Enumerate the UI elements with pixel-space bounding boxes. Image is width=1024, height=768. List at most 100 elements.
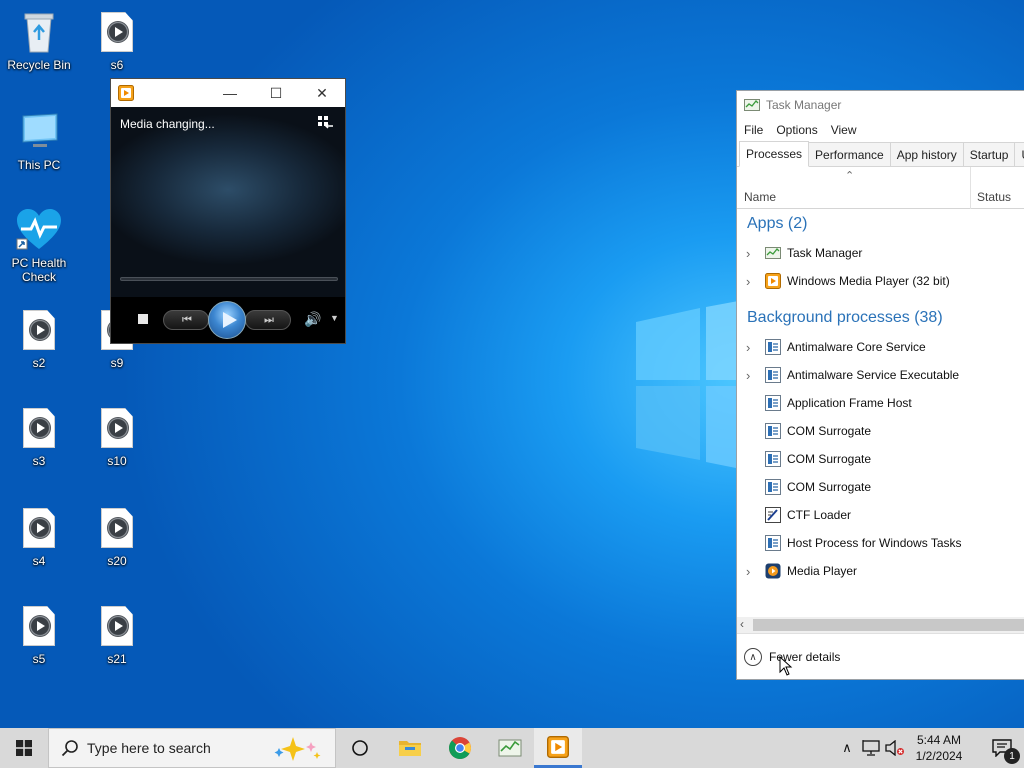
task-manager-window[interactable]: Task Manager File Options View Processes… <box>736 90 1024 680</box>
desktop-icon-s3[interactable]: s3 <box>2 404 76 468</box>
search-box[interactable]: Type here to search <box>48 728 336 768</box>
video-area[interactable]: Media changing... ⏮ ⏭ 🔊 ▼ <box>111 107 345 343</box>
desktop-icon-s2[interactable]: s2 <box>2 306 76 370</box>
copilot-sparkle-icon[interactable] <box>271 736 327 762</box>
expand-chevron-icon[interactable]: › <box>746 246 750 261</box>
menu-options[interactable]: Options <box>776 123 817 137</box>
chrome-button[interactable] <box>436 728 484 768</box>
desktop-icon-s21[interactable]: s21 <box>80 602 154 666</box>
expand-chevron-icon[interactable]: › <box>746 368 750 383</box>
menu-view[interactable]: View <box>831 123 857 137</box>
process-row[interactable]: Application Frame Host <box>737 389 1024 417</box>
volume-button[interactable] <box>884 728 906 768</box>
process-list: Apps (2) › Task Manager › Windows Media … <box>737 209 1024 605</box>
tab-processes[interactable]: Processes <box>739 141 810 167</box>
desktop-icon-s5[interactable]: s5 <box>2 602 76 666</box>
column-divider[interactable] <box>970 167 971 209</box>
menu-file[interactable]: File <box>744 123 763 137</box>
task-manager-taskbar-button[interactable] <box>486 728 534 768</box>
desktop-icon-pc-health-check[interactable]: PC Health Check <box>2 206 76 284</box>
expand-chevron-icon[interactable]: › <box>746 274 750 289</box>
minimize-icon: — <box>223 85 237 101</box>
media-player-titlebar[interactable]: — ☐ ✕ <box>111 79 345 107</box>
desktop-icon-label: s20 <box>107 554 127 568</box>
process-row[interactable]: › Antimalware Service Executable <box>737 361 1024 389</box>
volume-dropdown-icon[interactable]: ▼ <box>330 313 339 323</box>
column-status[interactable]: Status <box>977 190 1011 204</box>
desktop-icon-s10[interactable]: s10 <box>80 404 154 468</box>
desktop-icon-this-pc[interactable]: This PC <box>2 108 76 172</box>
tab-startup[interactable]: Startup <box>962 142 1016 166</box>
desktop-icon-s4[interactable]: s4 <box>2 504 76 568</box>
switch-to-library-icon[interactable] <box>317 115 335 131</box>
process-name: Antimalware Core Service <box>787 340 926 354</box>
scroll-left-icon[interactable]: ‹ <box>740 617 744 631</box>
media-file-icon <box>23 408 55 448</box>
task-manager-icon <box>744 99 760 111</box>
network-button[interactable] <box>860 728 882 768</box>
process-row[interactable]: Host Process for Windows Tasks <box>737 529 1024 557</box>
process-row[interactable]: COM Surrogate <box>737 417 1024 445</box>
media-player-taskbar-button[interactable] <box>534 728 582 768</box>
task-manager-titlebar[interactable]: Task Manager <box>737 91 1024 119</box>
process-row[interactable]: COM Surrogate <box>737 473 1024 501</box>
column-name[interactable]: Name <box>744 190 776 204</box>
clock-time: 5:44 AM <box>916 733 962 747</box>
process-row[interactable]: › Antimalware Core Service <box>737 333 1024 361</box>
clock[interactable]: 5:44 AM 1/2/2024 <box>904 732 974 764</box>
desktop-icon-label: s4 <box>32 554 46 568</box>
stop-icon[interactable] <box>138 314 148 324</box>
column-header: ⌃ Name Status <box>737 167 1024 209</box>
desktop: Recycle Bin This PC PC Health Check s2 s… <box>0 0 1024 728</box>
service-icon <box>765 339 781 355</box>
process-row[interactable]: › Task Manager <box>737 239 1024 267</box>
process-name: Task Manager <box>787 246 863 260</box>
file-explorer-icon <box>399 741 421 756</box>
scrollbar-thumb[interactable] <box>753 619 1024 631</box>
media-player-window[interactable]: — ☐ ✕ Media changing... ⏮ ⏭ 🔊 ▼ <box>110 78 346 344</box>
menu-bar: File Options View <box>737 119 1024 141</box>
media-file-icon <box>23 508 55 548</box>
tab-performance[interactable]: Performance <box>808 142 891 166</box>
process-row[interactable]: › Media Player <box>737 557 1024 585</box>
maximize-icon: ☐ <box>269 84 283 101</box>
start-button[interactable] <box>0 728 48 768</box>
taskbar: Type here to search ∧ 5:44 AM 1/2/2024 1 <box>0 728 1024 768</box>
expand-chevron-icon[interactable]: › <box>746 340 750 355</box>
maximize-button[interactable]: ☐ <box>253 79 299 107</box>
health-heart-icon <box>16 209 61 250</box>
tab-users[interactable]: Us <box>1014 142 1024 166</box>
process-name: Application Frame Host <box>787 396 912 410</box>
previous-icon[interactable]: ⏮ <box>163 310 209 330</box>
service-icon <box>765 451 781 467</box>
process-row[interactable]: › Windows Media Player (32 bit) <box>737 267 1024 295</box>
playback-controls: ⏮ ⏭ 🔊 ▼ <box>111 297 345 343</box>
expand-chevron-icon[interactable]: › <box>746 564 750 579</box>
desktop-icon-s20[interactable]: s20 <box>80 504 154 568</box>
minimize-button[interactable]: — <box>207 79 253 107</box>
desktop-icon-label: s10 <box>107 454 127 468</box>
process-name: COM Surrogate <box>787 480 872 494</box>
process-row[interactable]: COM Surrogate <box>737 445 1024 473</box>
show-hidden-icons-button[interactable]: ∧ <box>838 728 856 768</box>
chrome-icon <box>449 737 471 759</box>
tab-app-history[interactable]: App history <box>889 142 964 166</box>
desktop-icon-label: s9 <box>110 356 124 370</box>
desktop-icon-recycle-bin[interactable]: Recycle Bin <box>2 8 76 72</box>
task-view-button[interactable] <box>336 728 384 768</box>
close-button[interactable]: ✕ <box>299 79 345 107</box>
media-file-icon <box>101 508 133 548</box>
network-icon <box>862 740 880 756</box>
group-apps: Apps (2) <box>747 215 808 232</box>
service-icon <box>765 367 781 383</box>
process-row[interactable]: CTF Loader <box>737 501 1024 529</box>
process-name: Antimalware Service Executable <box>787 368 960 382</box>
next-icon[interactable]: ⏭ <box>245 310 291 330</box>
desktop-icon-s6[interactable]: s6 <box>80 8 154 72</box>
horizontal-scrollbar[interactable]: ‹ <box>737 617 1024 633</box>
volume-icon[interactable]: 🔊 <box>304 311 321 328</box>
notification-center-button[interactable]: 1 <box>980 728 1024 768</box>
play-icon[interactable] <box>208 301 246 339</box>
file-explorer-button[interactable] <box>386 728 434 768</box>
seek-bar[interactable] <box>120 277 338 281</box>
